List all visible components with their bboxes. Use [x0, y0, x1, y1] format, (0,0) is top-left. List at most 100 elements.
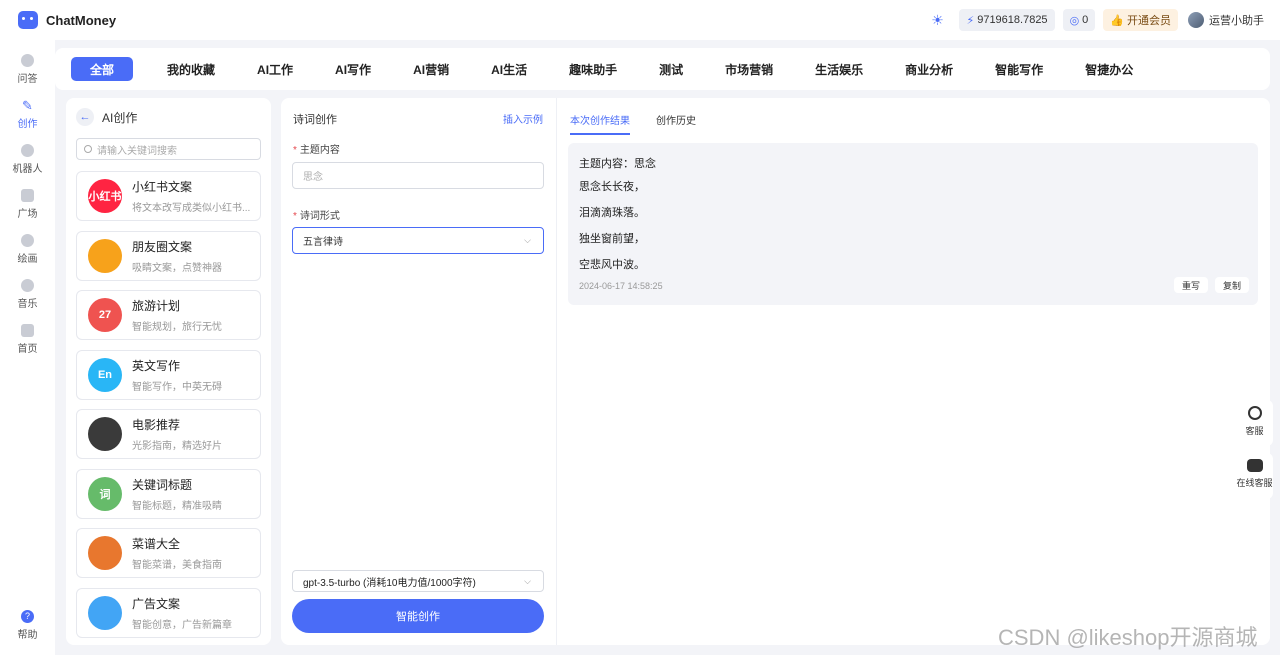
tool-card[interactable]: En 英文写作 智能写作，中英无碍 [76, 349, 261, 400]
topic-input[interactable]: 思念 [292, 162, 544, 189]
topic-label: * 主题内容 [293, 145, 340, 156]
tool-card[interactable]: 菜谱大全智能菜谱，美食指南 [76, 528, 261, 578]
aperture-icon [88, 238, 122, 273]
tool-name: 小红书文案 [132, 180, 193, 194]
category-tab[interactable]: AI营销 [402, 57, 460, 81]
left-nav-rail: 问答 ✎ 创作 机器人 广场 绘画 音乐 首页 ? 帮助 [0, 40, 55, 655]
nav-item-help[interactable]: ? 帮助 [0, 610, 55, 641]
category-tab[interactable]: 我的收藏 [156, 57, 226, 81]
result-panel: 本次创作结果 创作历史 主题内容：思念 思念长长夜， 泪滴滴珠落。 独坐窗前望，… [556, 98, 1270, 645]
tool-name: 朋友圈文案 [132, 239, 193, 254]
nav-label: 音乐 [17, 299, 38, 310]
tool-desc: 吸睛文案，点赞神器 [132, 262, 222, 274]
nav-item-draw[interactable]: 绘画 [0, 234, 55, 265]
category-tab[interactable]: 智能写作 [984, 57, 1054, 81]
tool-card[interactable]: 电影推荐光影指南，精选好片 [76, 409, 261, 459]
insert-example-link[interactable]: 插入示例 [503, 111, 543, 126]
user-menu[interactable]: 运营小助手 [1188, 12, 1264, 28]
thumb-icon: 👍 [1110, 14, 1124, 27]
tokens-badge[interactable]: ◎ 0 [1062, 9, 1096, 31]
category-tab[interactable]: 智捷办公 [1074, 57, 1144, 81]
tool-name: 菜谱大全 [132, 537, 181, 551]
tool-card[interactable]: 广告文案 智能创意，广告新篇章 [76, 587, 261, 638]
nav-label: 机器人 [12, 164, 43, 175]
tokens-value: 0 [1082, 14, 1089, 26]
tool-desc: 智能创意，广告新篇章 [132, 619, 232, 631]
style-label: * 诗词形式 [293, 211, 340, 222]
nav-item-robot[interactable]: 机器人 [0, 144, 55, 175]
search-placeholder: 请输入关键词搜索 [97, 145, 177, 157]
bulb-icon [88, 595, 122, 630]
support-label: 客服 [1245, 426, 1264, 436]
generate-button[interactable]: 智能创作 [292, 599, 544, 633]
online-support-label: 在线客服 [1236, 478, 1273, 488]
home-icon [21, 324, 34, 337]
tool-card[interactable]: 朋友圈文案吸睛文案，点赞神器 [76, 230, 261, 281]
tool-desc: 智能菜谱，美食指南 [132, 560, 222, 571]
tool-search-input[interactable]: 请输入关键词搜索 [76, 138, 261, 160]
app-logo[interactable]: ChatMoney [18, 11, 116, 29]
result-line: 泪滴滴珠落。 [579, 207, 645, 219]
nav-label: 帮助 [17, 630, 38, 641]
tool-desc: 光影指南，精选好片 [132, 441, 222, 452]
category-tab[interactable]: 生活娱乐 [804, 57, 874, 81]
nav-item-home[interactable]: 首页 [0, 324, 55, 355]
model-value: gpt-3.5-turbo (消耗10电力值/1000字符) [303, 577, 476, 589]
chevron-down-icon: ⌵ [524, 235, 531, 245]
robot-logo-icon [18, 11, 38, 29]
tool-card[interactable]: 小红书 小红书文案将文本改写成类似小红书... [76, 171, 261, 221]
tool-name: 关键词标题 [132, 477, 193, 492]
search-icon [84, 145, 92, 153]
nav-item-music[interactable]: 音乐 [0, 279, 55, 310]
back-arrow-icon[interactable]: ← [76, 108, 94, 126]
online-support-button[interactable]: 在线客服 [1236, 453, 1273, 499]
result-line: 主题内容：思念 [579, 158, 656, 170]
model-select[interactable]: gpt-3.5-turbo (消耗10电力值/1000字符) ⌵ [292, 570, 544, 592]
tool-name: 电影推荐 [132, 418, 181, 432]
tool-name: 旅游计划 [132, 299, 181, 313]
category-tab[interactable]: AI写作 [324, 57, 382, 81]
tab-history[interactable]: 创作历史 [656, 112, 696, 135]
support-button[interactable]: 客服 [1236, 400, 1273, 446]
category-tab[interactable]: AI生活 [480, 57, 538, 81]
category-tab[interactable]: 测试 [648, 57, 694, 81]
result-card: 主题内容：思念 思念长长夜， 泪滴滴珠落。 独坐窗前望， 空悲风中波。 2024… [568, 143, 1258, 305]
tool-name: 英文写作 [132, 358, 181, 373]
category-tab[interactable]: 趣味助手 [558, 57, 628, 81]
nav-item-square[interactable]: 广场 [0, 189, 55, 220]
balance-value: 9719618.7825 [977, 14, 1048, 26]
nav-label: 问答 [17, 74, 38, 85]
category-tab[interactable]: 商业分析 [894, 57, 964, 81]
headset-icon [1247, 406, 1262, 420]
clapperboard-icon [88, 417, 122, 451]
tool-desc: 将文本改写成类似小红书... [132, 203, 251, 214]
vip-button[interactable]: 👍 开通会员 [1103, 9, 1178, 31]
panel-title: AI创作 [102, 110, 138, 125]
nav-item-create[interactable]: ✎ 创作 [0, 99, 55, 130]
music-icon [21, 279, 34, 292]
category-tab[interactable]: AI工作 [246, 57, 304, 81]
palette-icon [21, 234, 34, 247]
chat-icon [21, 54, 34, 67]
tool-desc: 智能标题，精准吸睛 [132, 500, 222, 512]
theme-toggle-sun-icon[interactable]: ☀ [923, 12, 951, 29]
calendar-icon: 27 [88, 298, 122, 332]
nav-label: 绘画 [17, 254, 38, 265]
avatar [1188, 12, 1204, 28]
tool-card[interactable]: 词关键词标题 智能标题，精准吸睛 [76, 468, 261, 519]
nav-item-chat[interactable]: 问答 [0, 54, 55, 85]
style-select[interactable]: 五言律诗 ⌵ [292, 227, 544, 254]
copy-button[interactable]: 复制 [1215, 277, 1250, 293]
poem-form-panel: 诗词创作 插入示例 * 主题内容 思念 * 诗词形式 五言律诗 ⌵ gpt-3.5-… [281, 98, 556, 645]
category-tab-all[interactable]: 全部 [71, 57, 134, 81]
category-tab[interactable]: 市场营销 [714, 57, 784, 81]
tool-card[interactable]: 27 旅游计划 智能规划，旅行无忧 [76, 290, 261, 340]
grid-icon [21, 189, 34, 202]
rewrite-button[interactable]: 重写 [1174, 277, 1209, 293]
form-title: 诗词创作 [293, 114, 337, 126]
tool-list-panel: ← AI创作 请输入关键词搜索 小红书 小红书文案将文本改写成类似小红书... 朋友… [66, 98, 271, 645]
tab-current-result[interactable]: 本次创作结果 [570, 112, 630, 135]
balance-badge[interactable]: ⚡ 9719618.7825 [959, 9, 1055, 31]
xiaohongshu-icon: 小红书 [88, 179, 122, 213]
tool-desc: 智能写作，中英无碍 [132, 381, 222, 393]
